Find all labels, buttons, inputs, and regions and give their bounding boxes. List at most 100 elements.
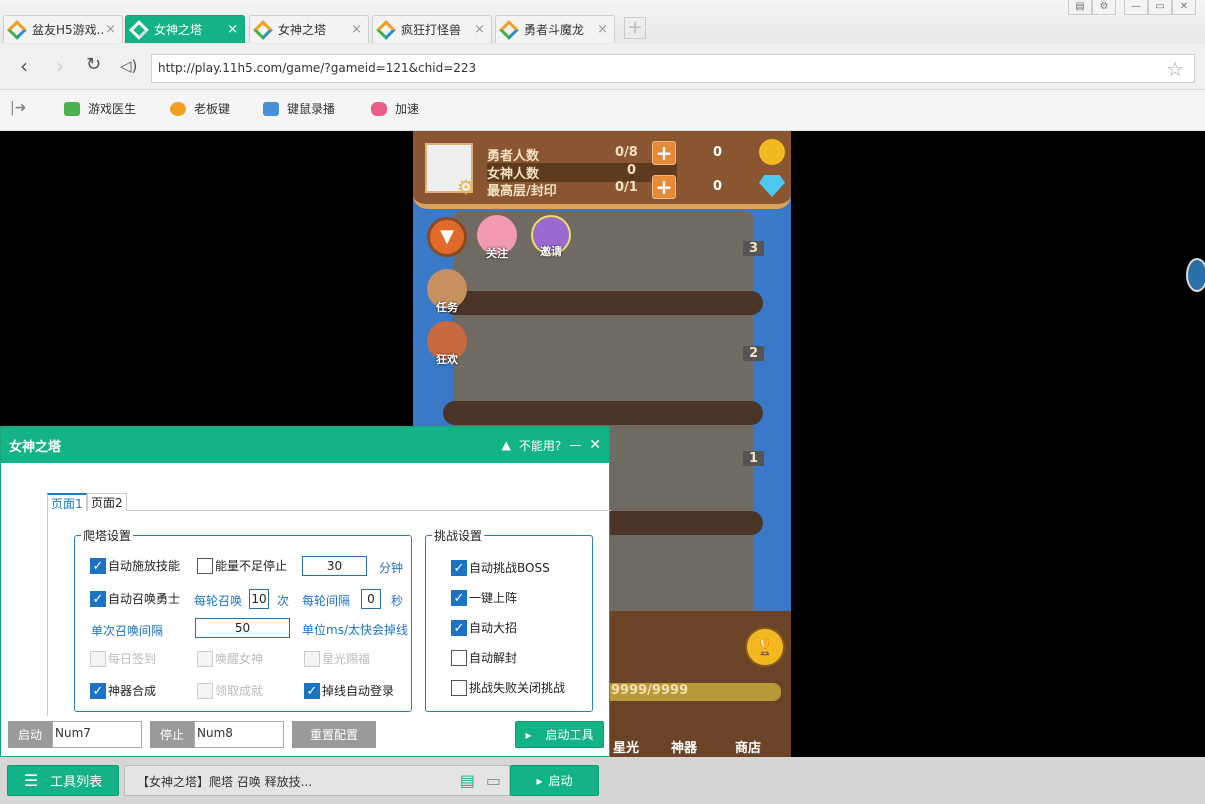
energy-stop-checkbox[interactable]: 能量不足停止	[197, 557, 287, 574]
back-icon[interactable]: ‹	[20, 54, 28, 78]
gold-coin-icon	[759, 139, 785, 165]
floor-marker: 1	[743, 451, 765, 466]
tower-floor	[443, 401, 763, 425]
tab-goddess-tower-active[interactable]: 女神之塔 ×	[125, 15, 245, 43]
invite-button[interactable]: 邀请	[531, 215, 571, 258]
site-icon	[7, 19, 27, 40]
auto-summon-checkbox[interactable]: ✓ 自动召唤勇士	[90, 590, 180, 607]
maximize-icon[interactable]: ▭	[1148, 0, 1172, 15]
relogin-checkbox[interactable]: ✓ 掉线自动登录	[304, 682, 394, 699]
collapse-arrow-button[interactable]: ▼	[427, 217, 467, 257]
auto-ultimate-checkbox[interactable]: ✓ 自动大招	[451, 619, 517, 636]
forward-icon[interactable]: ›	[56, 54, 64, 78]
bookmark-macro-record[interactable]: 键鼠录播	[263, 100, 335, 117]
interval-input[interactable]: 0	[361, 589, 381, 609]
game-header: ⚙ 勇者人数 0/8 女神人数 0 最高层/封印 0/1 + + 0 0	[413, 131, 791, 209]
window-icon[interactable]: ▭	[486, 771, 501, 790]
floating-assistant-icon[interactable]	[1186, 258, 1205, 292]
floor-marker: 2	[743, 346, 765, 361]
one-click-deploy-checkbox[interactable]: ✓ 一键上阵	[451, 589, 517, 606]
site-icon	[376, 19, 396, 40]
artifact-checkbox[interactable]: ✓ 神器合成	[90, 682, 156, 699]
start-tool-button[interactable]: ▸ 启动工具	[515, 721, 604, 748]
tab-crazy-monster[interactable]: 疯狂打怪兽 ×	[372, 15, 492, 43]
tab-hero-dragon[interactable]: 勇者斗魔龙 ×	[495, 15, 615, 43]
task-button[interactable]: 任务	[427, 269, 467, 314]
bookmark-star-icon[interactable]: ☆	[1166, 57, 1184, 81]
minimize-icon[interactable]: —	[1124, 0, 1148, 15]
tool-panel: 女神之塔 ▲ 不能用? — ✕ 页面1 页面2 爬塔设置 ✓ 自动施放技能 能量不足停止…	[0, 426, 611, 757]
per-round-input[interactable]: 10	[249, 589, 269, 609]
new-tab-button[interactable]: +	[624, 17, 646, 39]
close-on-fail-checkbox[interactable]: 挑战失败关闭挑战	[451, 679, 565, 696]
play-icon: ▸	[536, 773, 543, 788]
site-icon	[253, 19, 273, 40]
diamond-icon	[759, 175, 785, 197]
follow-button[interactable]: 关注	[477, 215, 517, 260]
single-interval-input[interactable]: 50	[195, 618, 290, 638]
auto-skill-checkbox[interactable]: ✓ 自动施放技能	[90, 557, 180, 574]
close-window-icon[interactable]: ✕	[1172, 0, 1196, 15]
help-link[interactable]: 不能用?	[519, 437, 561, 454]
browser-tab-bar: 盆友H5游戏... × 女神之塔 × 女神之塔 × 疯狂打怪兽 × 勇者斗魔龙 × + ▤…	[0, 0, 1205, 44]
document-icon[interactable]: ▤	[460, 771, 475, 790]
tower-floor	[443, 291, 763, 315]
sound-icon[interactable]: ◁)	[120, 57, 137, 75]
close-tab-icon[interactable]: ×	[105, 22, 116, 37]
close-tab-icon[interactable]: ×	[474, 22, 485, 37]
add-gold-button[interactable]: +	[652, 141, 676, 165]
close-tab-icon[interactable]: ×	[351, 22, 362, 37]
tab-pengyou[interactable]: 盆友H5游戏... ×	[3, 15, 123, 43]
start-hotkey-input[interactable]: Num7	[52, 721, 142, 748]
reload-icon[interactable]: ↻	[86, 54, 101, 75]
address-bar[interactable]: http://play.11h5.com/game/?gameid=121&ch…	[151, 54, 1195, 83]
panel-tabs: 页面1 页面2	[47, 493, 611, 511]
site-icon	[499, 19, 519, 40]
bottom-toolbar: ☰ 工具列表 【女神之塔】爬塔 召唤 释放技... ▤ ▭ ▸ 启动	[0, 757, 1205, 804]
site-icon	[129, 19, 149, 40]
status-text: 【女神之塔】爬塔 召唤 释放技... ▤ ▭	[124, 765, 510, 796]
floor-marker: 3	[743, 241, 765, 256]
panel-title: 女神之塔	[9, 439, 62, 455]
bookmark-speedup[interactable]: 加速	[371, 100, 419, 117]
wake-goddess-checkbox[interactable]: 唤醒女神	[197, 650, 263, 667]
menu-starlight[interactable]: 星光	[613, 737, 639, 756]
bookmark-boss-key[interactable]: 老板键	[170, 100, 230, 117]
gamepad-icon	[371, 101, 387, 116]
eye-icon	[170, 101, 186, 116]
tab-goddess-tower[interactable]: 女神之塔 ×	[249, 15, 369, 43]
bookmark-game-doctor[interactable]: 游戏医生	[64, 100, 136, 117]
keyboard-icon	[263, 101, 279, 116]
trophy-icon[interactable]: 🏆	[745, 627, 785, 667]
carnival-button[interactable]: 狂欢	[427, 321, 467, 366]
warning-icon: ▲	[501, 438, 511, 452]
list-icon: ☰	[23, 771, 39, 790]
tab-page1[interactable]: 页面1	[47, 493, 87, 511]
close-tab-icon[interactable]: ×	[597, 22, 608, 37]
tab-page2[interactable]: 页面2	[87, 493, 127, 511]
minutes-input[interactable]: 30	[302, 556, 367, 576]
start-button[interactable]: ▸ 启动	[510, 765, 599, 796]
stop-hotkey[interactable]: 停止 Num8	[150, 721, 284, 748]
close-panel-icon[interactable]: ✕	[589, 437, 601, 453]
reset-config-button[interactable]: 重置配置	[292, 721, 376, 748]
auto-boss-checkbox[interactable]: ✓ 自动挑战BOSS	[451, 559, 550, 576]
menu-artifact[interactable]: 神器	[671, 737, 697, 756]
hp-bar: 9999/9999	[603, 683, 781, 701]
settings-gear-icon[interactable]: ⚙	[457, 175, 475, 199]
menu-icon[interactable]: ▤	[1068, 0, 1092, 15]
auto-unseal-checkbox[interactable]: 自动解封	[451, 649, 517, 666]
gear-icon[interactable]: ⚙	[1092, 0, 1116, 15]
start-hotkey[interactable]: 启动 Num7	[8, 721, 142, 748]
minimize-panel-icon[interactable]: —	[569, 438, 581, 452]
panel-header: 女神之塔 ▲ 不能用? — ✕	[1, 427, 609, 463]
sidebar-toggle-icon[interactable]: |➜	[10, 100, 26, 116]
tool-list-button[interactable]: ☰ 工具列表	[7, 765, 119, 796]
menu-shop[interactable]: 商店	[735, 737, 761, 756]
starlight-checkbox[interactable]: 星光赐福	[304, 650, 370, 667]
add-diamond-button[interactable]: +	[652, 175, 676, 199]
achievement-checkbox[interactable]: 领取成就	[197, 682, 263, 699]
close-tab-icon[interactable]: ×	[227, 22, 238, 37]
stop-hotkey-input[interactable]: Num8	[194, 721, 284, 748]
daily-sign-checkbox[interactable]: 每日签到	[90, 650, 156, 667]
